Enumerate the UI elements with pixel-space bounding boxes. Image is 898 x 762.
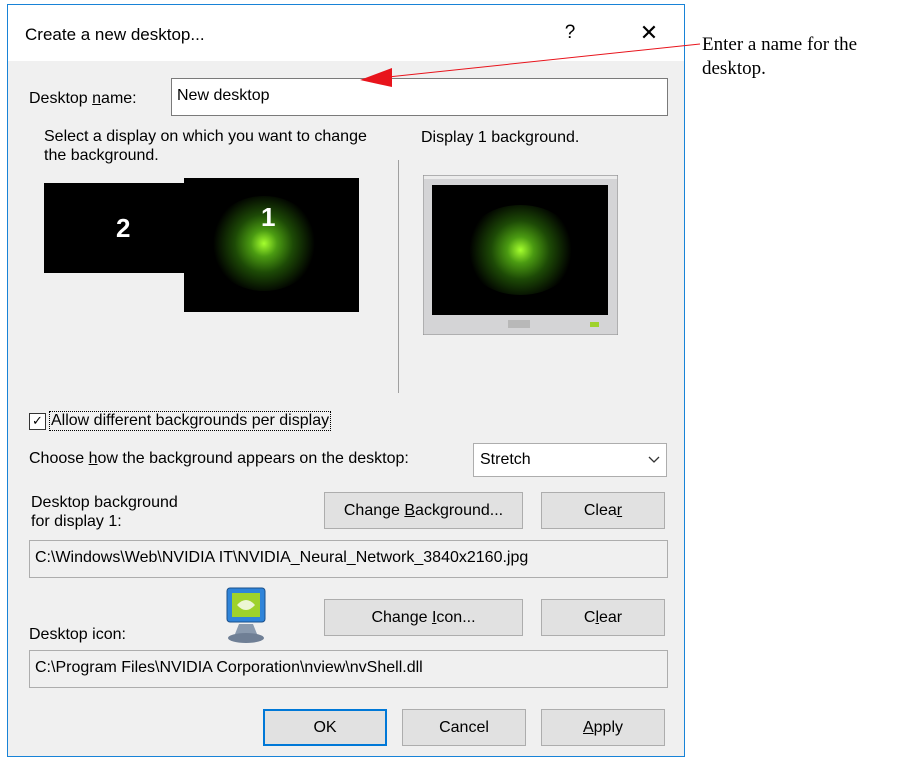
label-text: con... (436, 608, 476, 626)
label-text: ame: (101, 90, 137, 107)
annotation-text: Enter a name for the desktop. (702, 34, 858, 79)
checkbox[interactable]: ✓ (29, 412, 46, 430)
checkbox-label: Allow different backgrounds per display (49, 411, 332, 431)
accelerator-key: n (92, 90, 102, 107)
accelerator-key: B (404, 501, 416, 519)
dialog-title: Create a new desktop... (25, 25, 205, 44)
apply-button[interactable]: Apply (541, 709, 665, 746)
icon-path-field: C:\Program Files\NVIDIA Corporation\nvie… (29, 650, 668, 688)
label-text: Change (343, 501, 400, 519)
accelerator-key: A (582, 718, 594, 736)
label-text: Change (371, 608, 428, 626)
label-text: pply (593, 718, 624, 736)
separator (398, 160, 399, 393)
desktop-name-input[interactable]: New desktop (171, 78, 668, 116)
help-button[interactable]: ? (556, 18, 584, 48)
display-select-instruction: Select a display on which you want to ch… (44, 128, 367, 164)
preview-title: Display 1 background. (421, 129, 580, 146)
change-icon-button[interactable]: Change Icon... (324, 599, 523, 636)
allow-different-backgrounds[interactable]: ✓ Allow different backgrounds per displa… (29, 411, 332, 431)
label-text: C (583, 608, 596, 626)
desktop-icon-label: Desktop icon: (29, 626, 126, 643)
monitor-preview (422, 174, 619, 336)
title-bar: Create a new desktop... ? ✕ (8, 5, 684, 61)
close-button[interactable]: ✕ (634, 18, 664, 48)
label-text: Desktop (29, 90, 93, 107)
label-text: Choose (29, 450, 89, 467)
clear-background-button[interactable]: Clea r (541, 492, 665, 529)
label-text: ear (599, 608, 623, 626)
label-text: ackground... (415, 501, 504, 519)
display-1-number: 1 (261, 202, 276, 232)
clear-icon-button[interactable]: Cl ear (541, 599, 665, 636)
accelerator-key: h (88, 450, 98, 467)
background-path-field: C:\Windows\Web\NVIDIA IT\NVIDIA_Neural_N… (29, 540, 668, 578)
accelerator-key: r (616, 501, 623, 519)
background-mode-label: Choose how the background appears on the… (29, 450, 409, 468)
desktop-name-label: Desktop name: (29, 90, 137, 108)
change-background-button[interactable]: Change Background... (324, 492, 523, 529)
label-line: Desktop background (31, 494, 178, 511)
label-text: ow the background appears on the desktop… (97, 450, 409, 467)
nvidia-monitor-icon (226, 587, 266, 643)
chevron-down-icon (648, 456, 660, 463)
nvidia-wallpaper-preview (463, 205, 578, 295)
display-2-number: 2 (116, 213, 131, 243)
background-mode-value: Stretch (480, 451, 531, 468)
create-desktop-dialog: Create a new desktop... ? ✕ Desktop name… (7, 4, 685, 757)
display-1-tile[interactable]: 1 (184, 178, 359, 312)
ok-button[interactable]: OK (263, 709, 387, 746)
cancel-button[interactable]: Cancel (402, 709, 526, 746)
desktop-background-label: Desktop background for display 1: (31, 493, 178, 531)
label-text: Clea (583, 501, 617, 519)
background-mode-select[interactable]: Stretch (473, 443, 667, 477)
label-line: for display 1: (31, 513, 122, 530)
